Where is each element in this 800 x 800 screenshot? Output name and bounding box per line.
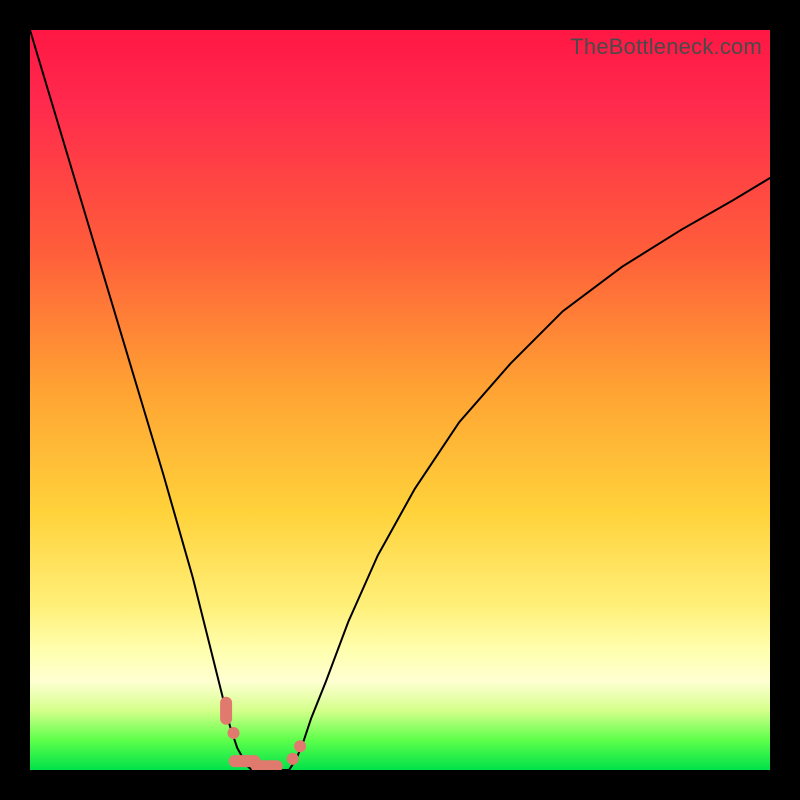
curve-marker — [287, 753, 299, 765]
curve-marker — [220, 697, 232, 725]
curve-left-branch — [30, 30, 252, 770]
outer-frame: TheBottleneck.com — [0, 0, 800, 800]
curve-marker — [228, 727, 240, 739]
curve-marker — [251, 760, 283, 770]
plot-area: TheBottleneck.com — [30, 30, 770, 770]
marker-group — [220, 697, 306, 770]
watermark-text: TheBottleneck.com — [570, 34, 762, 60]
curve-marker — [294, 740, 306, 752]
bottleneck-curve — [30, 30, 770, 770]
curve-marker — [229, 755, 261, 767]
curve-right-branch — [289, 178, 770, 770]
